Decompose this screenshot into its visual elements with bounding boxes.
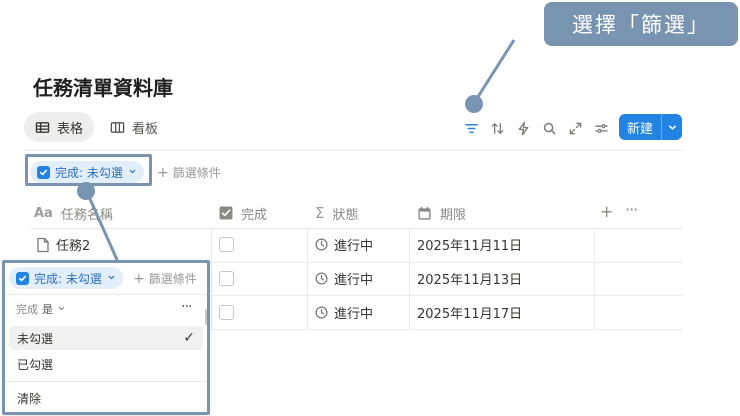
popup-add-filter-button[interactable]: + 篩選條件 xyxy=(133,270,197,287)
option-unchecked[interactable]: 未勾選 ✓ xyxy=(9,326,203,350)
condition-property: 完成 xyxy=(16,303,38,316)
popup-filter-chip-label: 完成: 未勾選 xyxy=(34,271,102,286)
clear-label: 清除 xyxy=(17,391,42,406)
chevron-down-icon xyxy=(57,303,66,316)
condition-selector[interactable]: 完成 是 xyxy=(16,301,66,317)
annotation-marker xyxy=(465,95,483,113)
checkbox-checked-icon xyxy=(16,271,29,285)
more-options-icon[interactable]: ··· xyxy=(181,299,192,315)
annotation-marker xyxy=(77,182,95,200)
option-label: 未勾選 xyxy=(17,331,54,346)
popup-add-filter-label: 篩選條件 xyxy=(148,272,197,286)
filter-chip-highlight xyxy=(25,154,152,186)
popup-filter-chip[interactable]: 完成: 未勾選 xyxy=(9,267,123,289)
condition-operator: 是 xyxy=(42,303,53,316)
clear-filter-button[interactable]: 清除 xyxy=(9,386,203,410)
annotation-callout: 選擇「篩選」 xyxy=(544,2,738,46)
plus-icon: + xyxy=(133,270,145,287)
chevron-down-icon xyxy=(107,271,116,285)
checkmark-icon: ✓ xyxy=(183,330,195,346)
popup-divider xyxy=(5,381,207,382)
popup-divider xyxy=(5,294,207,295)
option-label: 已勾選 xyxy=(17,357,54,372)
popup-scrollbar[interactable] xyxy=(205,309,207,325)
filter-dropdown-popup: 完成: 未勾選 + 篩選條件 完成 是 ··· 未勾選 ✓ 已勾選 清除 xyxy=(2,260,210,415)
option-checked[interactable]: 已勾選 xyxy=(9,352,203,376)
